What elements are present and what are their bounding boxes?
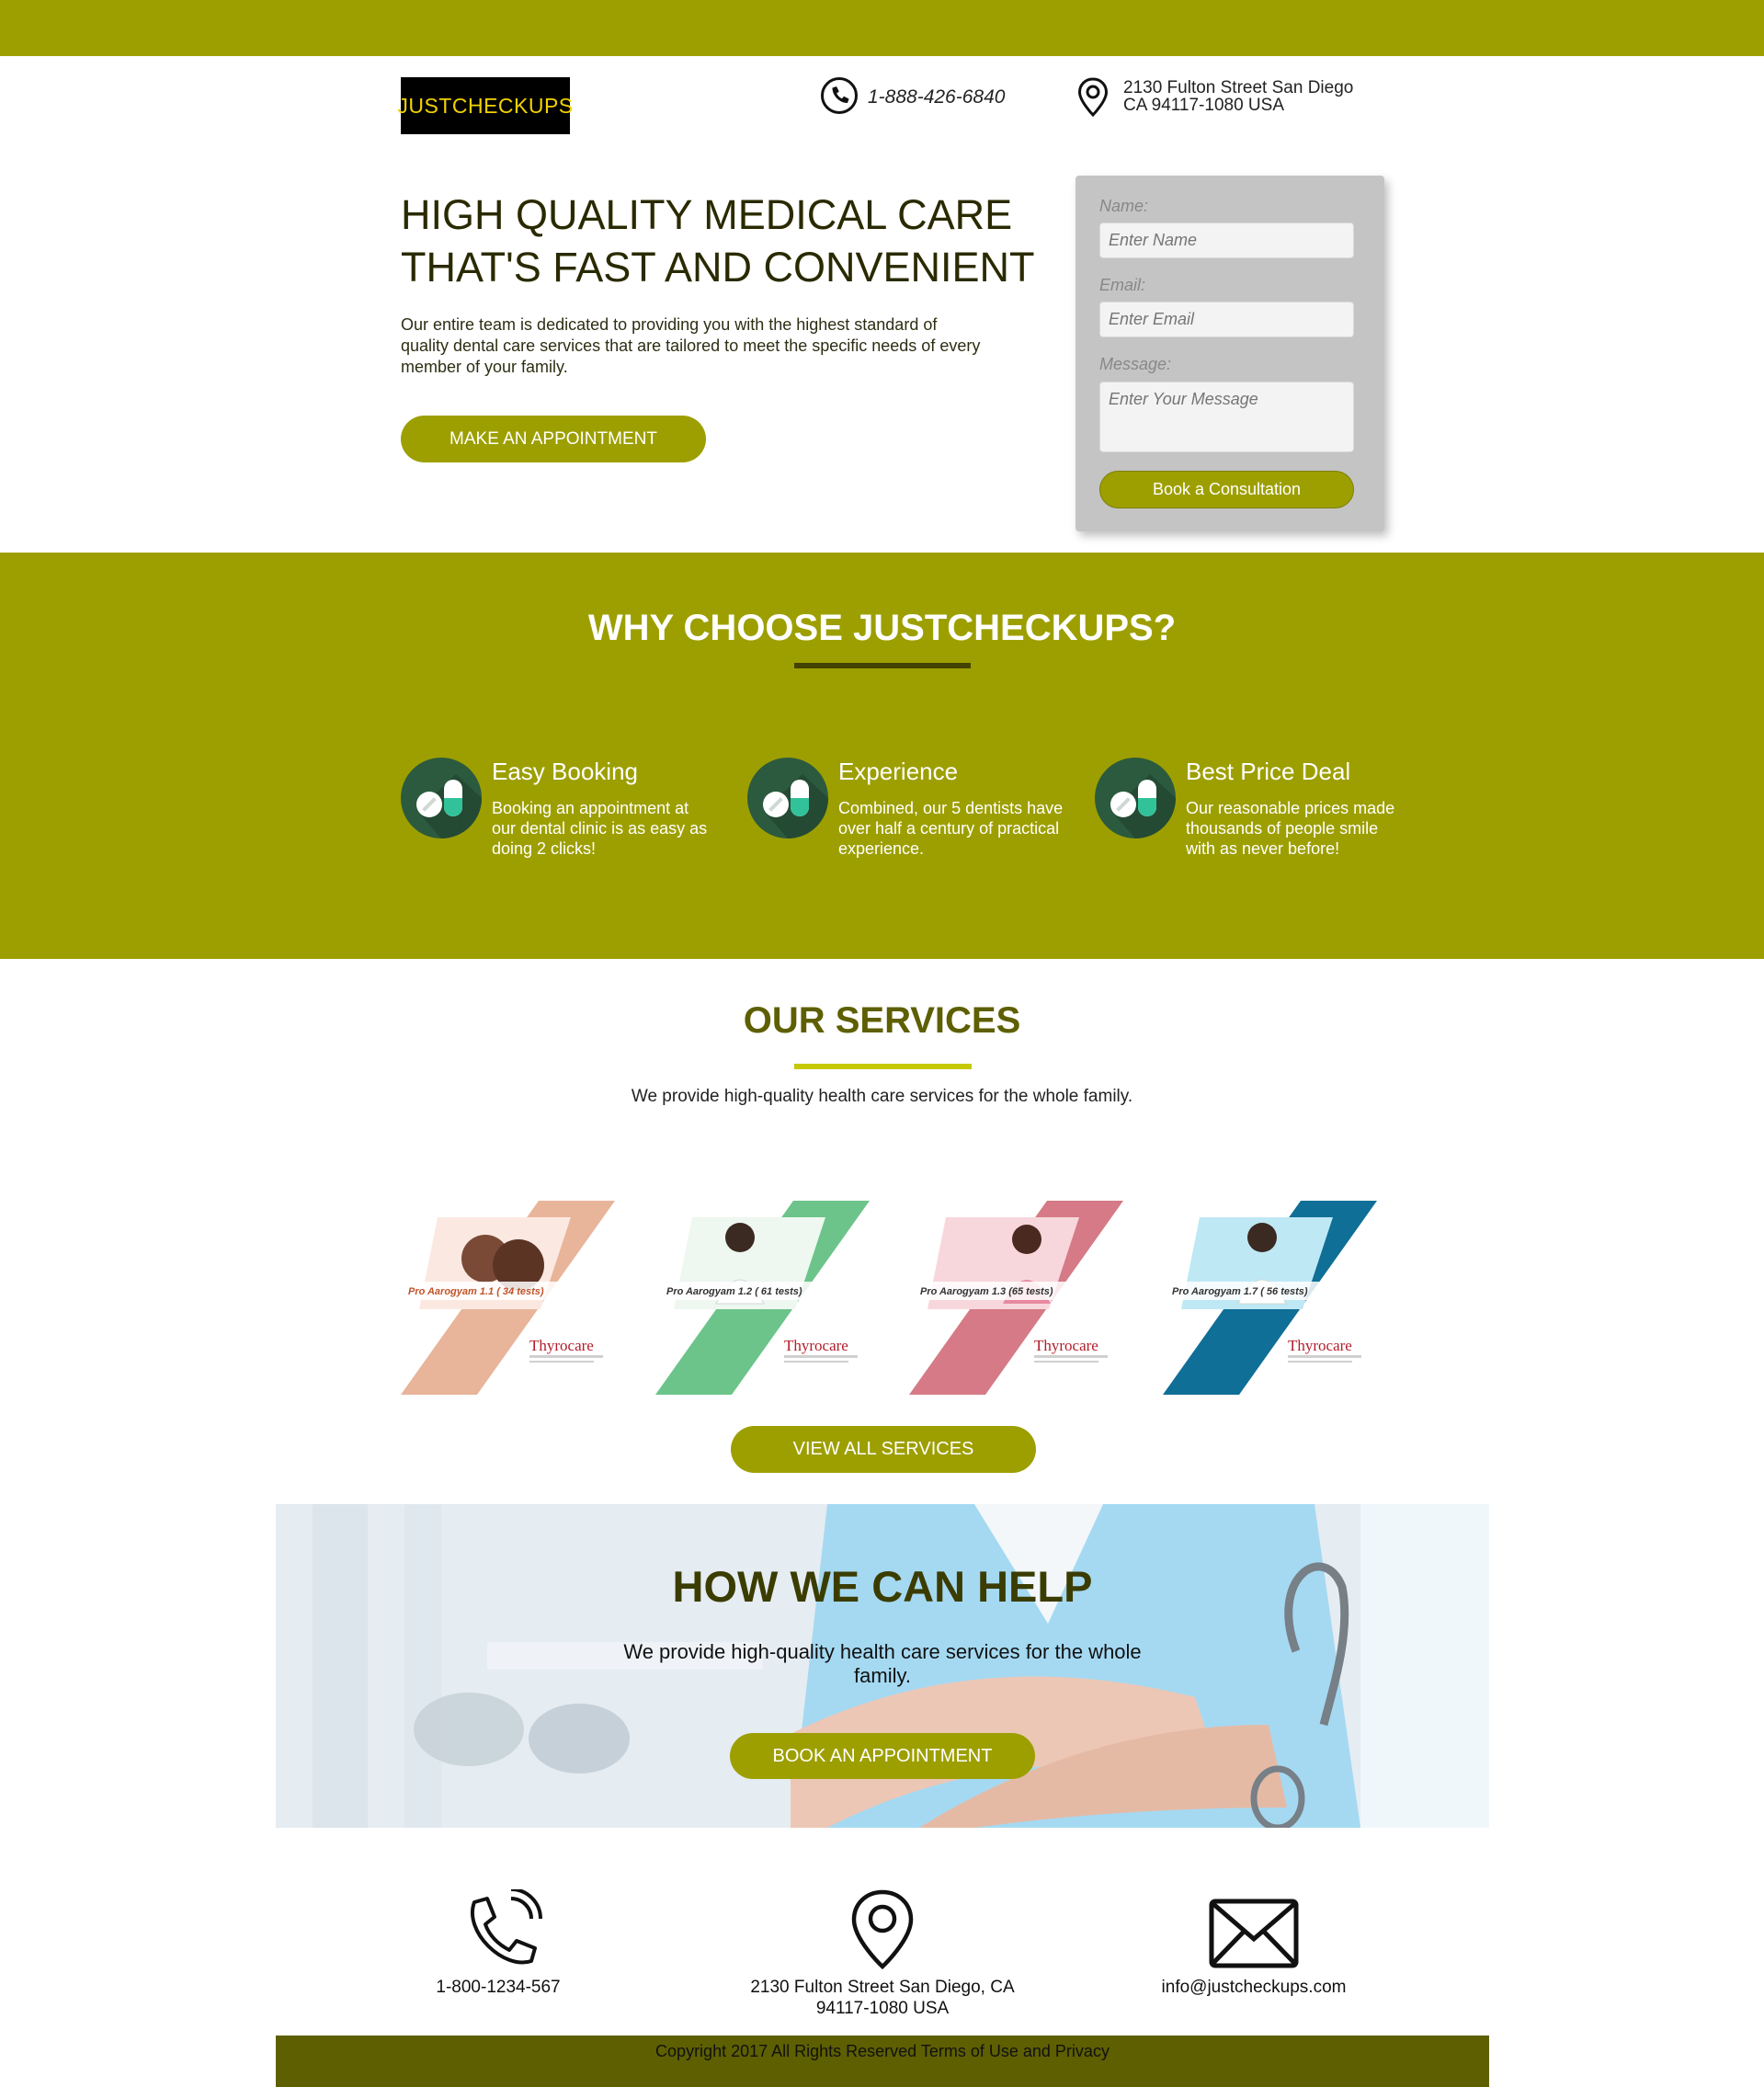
brand-logo-text: JUSTCHECKUPS xyxy=(397,93,574,118)
header-phone[interactable]: 1-888-426-6840 xyxy=(820,76,1006,120)
service-card-title: Pro Aarogyam 1.3 (65 tests) xyxy=(920,1286,1053,1297)
hero-title: HIGH QUALITY MEDICAL CARE THAT'S FAST AN… xyxy=(401,188,1044,293)
service-card-title: Pro Aarogyam 1.7 ( 56 tests) xyxy=(1172,1286,1308,1297)
contact-address: 2130 Fulton Street San Diego, CA 94117-1… xyxy=(745,1889,1020,2019)
copyright-text: Copyright 2017 All Rights Reserved Terms… xyxy=(655,2042,1110,2060)
feature-text: Combined, our 5 dentists have over half … xyxy=(838,799,1064,858)
pills-icon xyxy=(1095,758,1176,838)
contact-phone[interactable]: 1-800-1234-567 xyxy=(406,1887,590,1998)
feature-text: Our reasonable prices made thousands of … xyxy=(1186,799,1395,858)
phone-icon xyxy=(406,1887,590,1977)
name-label: Name: xyxy=(1099,197,1149,215)
service-card-tests: ( 56 tests) xyxy=(1260,1286,1308,1297)
message-label: Message: xyxy=(1099,355,1172,373)
feature-title: Best Price Deal xyxy=(1186,758,1351,785)
header-address-text: 2130 Fulton Street San Diego CA 94117-10… xyxy=(1123,77,1353,114)
service-card-brand: Thyrocare xyxy=(784,1337,848,1354)
header-address-line1: 2130 Fulton Street San Diego xyxy=(1123,78,1354,97)
contact-email-text: info@justcheckups.com xyxy=(1161,1978,1347,1997)
top-bar xyxy=(0,0,1764,56)
why-title: WHY CHOOSE JUSTCHECKUPS? xyxy=(587,608,1177,648)
book-consultation-button[interactable]: Book a Consultation xyxy=(1099,471,1354,508)
hero-text: Our entire team is dedicated to providin… xyxy=(401,315,981,376)
help-title: HOW WE CAN HELP xyxy=(672,1562,1093,1611)
service-card-title: Pro Aarogyam 1.1 ( 34 tests) xyxy=(408,1286,544,1297)
header-address: 2130 Fulton Street San Diego CA 94117-10… xyxy=(1077,77,1353,122)
name-input[interactable] xyxy=(1099,222,1354,258)
service-card-brand: Thyrocare xyxy=(1034,1337,1098,1354)
footer: Copyright 2017 All Rights Reserved Terms… xyxy=(276,2036,1489,2087)
hero-title-line2: THAT'S FAST AND CONVENIENT xyxy=(401,244,1035,291)
consultation-form: Name: Email: Message: Book a Consultatio… xyxy=(1075,176,1384,531)
feature-title: Experience xyxy=(838,758,959,785)
how-we-can-help-section: HOW WE CAN HELP We provide high-quality … xyxy=(276,1504,1489,1828)
service-card-brand: Thyrocare xyxy=(529,1337,594,1354)
contact-phone-text: 1-800-1234-567 xyxy=(436,1978,561,1997)
why-title-divider xyxy=(794,663,971,668)
book-appointment-button[interactable]: BOOK AN APPOINTMENT xyxy=(730,1733,1035,1779)
contact-address-line2: 94117-1080 USA xyxy=(815,1999,950,2018)
service-card-name: Pro Aarogyam 1.1 xyxy=(408,1286,494,1297)
email-label: Email: xyxy=(1099,276,1146,294)
service-card-2[interactable]: Pro Aarogyam 1.2 ( 61 tests) Thyrocare xyxy=(655,1201,870,1395)
contact-email[interactable]: info@justcheckups.com xyxy=(1134,1889,1373,1998)
map-pin-icon xyxy=(745,1889,1020,1977)
service-card-1[interactable]: Pro Aarogyam 1.1 ( 34 tests) Thyrocare xyxy=(401,1201,615,1395)
feature-title: Easy Booking xyxy=(492,758,638,785)
why-choose-section: WHY CHOOSE JUSTCHECKUPS? Easy Booking Bo… xyxy=(0,553,1764,959)
header-phone-text: 1-888-426-6840 xyxy=(868,86,1006,108)
pills-icon xyxy=(401,758,482,838)
service-card-tests: ( 61 tests) xyxy=(755,1286,802,1297)
service-card-tests: ( 34 tests) xyxy=(496,1286,544,1297)
service-card-3[interactable]: Pro Aarogyam 1.3 (65 tests) Thyrocare xyxy=(909,1201,1123,1395)
brand-logo[interactable]: JUSTCHECKUPS xyxy=(397,77,573,134)
email-input[interactable] xyxy=(1099,302,1354,337)
feature-text: Booking an appointment at our dental cli… xyxy=(492,799,708,858)
services-title: OUR SERVICES xyxy=(743,1000,1021,1041)
make-appointment-button[interactable]: MAKE AN APPOINTMENT xyxy=(401,416,706,462)
map-pin-icon xyxy=(1077,77,1109,122)
pills-icon xyxy=(747,758,828,838)
services-subtitle: We provide high-quality health care serv… xyxy=(631,1087,1133,1106)
service-card-tests: (65 tests) xyxy=(1008,1286,1053,1297)
services-title-divider xyxy=(794,1064,972,1069)
help-text: We provide high-quality health care serv… xyxy=(623,1640,1142,1687)
view-all-services-button[interactable]: VIEW ALL SERVICES xyxy=(731,1426,1036,1473)
phone-icon xyxy=(820,76,859,120)
service-card-name: Pro Aarogyam 1.2 xyxy=(666,1286,752,1297)
header-address-line2: CA 94117-1080 USA xyxy=(1123,96,1284,115)
service-card-brand: Thyrocare xyxy=(1288,1337,1352,1354)
service-card-name: Pro Aarogyam 1.7 xyxy=(1172,1286,1258,1297)
hero-title-line1: HIGH QUALITY MEDICAL CARE xyxy=(401,191,1013,238)
contact-address-line1: 2130 Fulton Street San Diego, CA xyxy=(750,1978,1015,1997)
message-textarea[interactable] xyxy=(1099,382,1354,452)
service-card-name: Pro Aarogyam 1.3 xyxy=(920,1286,1006,1297)
service-card-4[interactable]: Pro Aarogyam 1.7 ( 56 tests) Thyrocare xyxy=(1163,1201,1377,1395)
service-card-title: Pro Aarogyam 1.2 ( 61 tests) xyxy=(666,1286,802,1297)
envelope-icon xyxy=(1134,1889,1373,1977)
